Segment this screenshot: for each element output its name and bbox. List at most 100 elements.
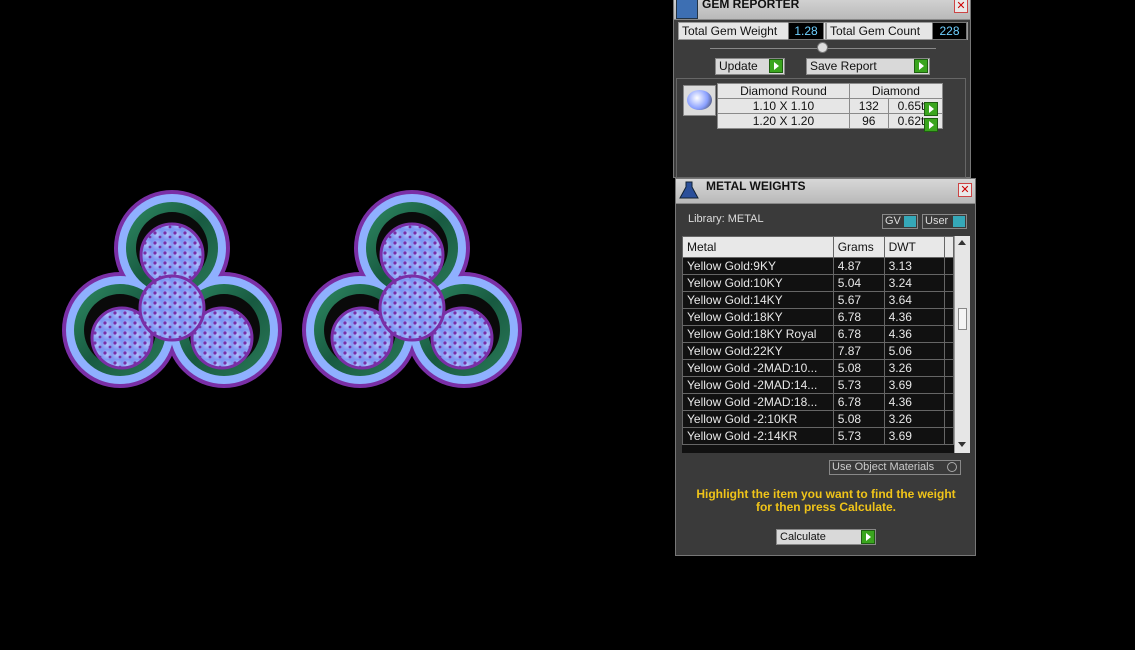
dwt-column-header[interactable]: DWT <box>883 236 946 258</box>
gem-row[interactable]: 1.20 X 1.20 96 0.62tw <box>717 113 944 129</box>
play-icon <box>769 59 783 73</box>
metal-table: Metal Grams DWT Yellow Gold:9KY 4.87 3.13 Y… <box>682 236 954 445</box>
grams-value: 6.78 <box>832 393 885 411</box>
row-spacer <box>944 410 954 428</box>
grams-value: 5.08 <box>832 359 885 377</box>
extra-column-header <box>944 236 954 258</box>
use-object-materials-label: Use Object Materials <box>832 461 935 473</box>
metal-name: Yellow Gold -2:14KR <box>682 427 834 445</box>
left-earring <box>60 188 284 390</box>
table-row[interactable]: Yellow Gold:9KY 4.87 3.13 <box>682 257 954 275</box>
right-earring <box>300 188 524 390</box>
gem-row-go-icon[interactable] <box>924 118 938 132</box>
scroll-up-arrow-icon[interactable] <box>958 240 966 245</box>
table-row[interactable]: Yellow Gold:18KY 6.78 4.36 <box>682 308 954 326</box>
grams-column-header[interactable]: Grams <box>832 236 885 258</box>
gem-row-go-icon[interactable] <box>924 102 938 116</box>
row-spacer <box>944 376 954 394</box>
metal-weights-title: METAL WEIGHTS <box>706 179 806 193</box>
save-report-label: Save Report <box>810 59 877 73</box>
gem-reporter-panel: GEM REPORTER ✕ Total Gem Weight 1.28 Tot… <box>673 0 971 178</box>
update-label: Update <box>719 59 758 73</box>
metal-name: Yellow Gold:10KY <box>682 274 834 292</box>
dwt-value: 3.64 <box>883 291 946 309</box>
table-row[interactable]: Yellow Gold:18KY Royal 6.78 4.36 <box>682 325 954 343</box>
dwt-value: 3.69 <box>883 427 946 445</box>
table-row[interactable]: Yellow Gold:22KY 7.87 5.06 <box>682 342 954 360</box>
row-spacer <box>944 342 954 360</box>
gem-thumbnail[interactable] <box>683 85 716 116</box>
metal-table-header: Metal Grams DWT <box>682 236 954 258</box>
3d-viewport[interactable] <box>0 0 672 650</box>
metal-name: Yellow Gold:18KY <box>682 308 834 326</box>
hint-text: Highlight the item you want to find the … <box>696 487 956 514</box>
metal-table-scrollbar[interactable] <box>954 236 970 453</box>
toggle-switch-icon <box>953 216 965 227</box>
dwt-value: 4.36 <box>883 325 946 343</box>
close-icon[interactable]: ✕ <box>954 0 968 13</box>
metal-table-container: Metal Grams DWT Yellow Gold:9KY 4.87 3.13 Y… <box>682 236 970 453</box>
gem-shape-header: Diamond Round <box>717 83 850 99</box>
table-row[interactable]: Yellow Gold -2MAD:14... 5.73 3.69 <box>682 376 954 394</box>
metal-name: Yellow Gold -2MAD:10... <box>682 359 834 377</box>
metal-name: Yellow Gold:14KY <box>682 291 834 309</box>
play-icon <box>914 59 928 73</box>
grams-value: 5.73 <box>832 427 885 445</box>
table-row[interactable]: Yellow Gold -2MAD:10... 5.08 3.26 <box>682 359 954 377</box>
scroll-thumb[interactable] <box>958 308 967 330</box>
row-spacer <box>944 427 954 445</box>
row-spacer <box>944 291 954 309</box>
save-report-button[interactable]: Save Report <box>806 58 930 75</box>
gem-material-header: Diamond <box>848 83 944 99</box>
grams-value: 5.67 <box>832 291 885 309</box>
update-button[interactable]: Update <box>715 58 785 75</box>
metal-weights-titlebar[interactable]: METAL WEIGHTS ✕ <box>676 179 975 204</box>
gem-row[interactable]: 1.10 X 1.10 132 0.65tw <box>717 98 944 114</box>
dwt-value: 5.06 <box>883 342 946 360</box>
metal-name: Yellow Gold:9KY <box>682 257 834 275</box>
grams-value: 5.08 <box>832 410 885 428</box>
grams-value: 5.73 <box>832 376 885 394</box>
user-toggle[interactable]: User <box>922 214 967 229</box>
table-row[interactable]: Yellow Gold:14KY 5.67 3.64 <box>682 291 954 309</box>
table-row[interactable]: Yellow Gold -2MAD:18... 6.78 4.36 <box>682 393 954 411</box>
total-gem-weight-value: 1.28 <box>788 22 824 40</box>
grams-value: 7.87 <box>832 342 885 360</box>
gv-toggle[interactable]: GV <box>882 214 918 229</box>
splitter-handle[interactable] <box>817 42 828 53</box>
row-spacer <box>944 308 954 326</box>
gem-reporter-icon <box>676 0 698 19</box>
gem-size: 1.10 X 1.10 <box>717 98 850 114</box>
dwt-value: 3.24 <box>883 274 946 292</box>
dwt-value: 3.26 <box>883 410 946 428</box>
gem-reporter-titlebar[interactable]: GEM REPORTER ✕ <box>674 0 970 20</box>
calculate-label: Calculate <box>780 531 826 543</box>
table-row[interactable]: Yellow Gold -2:14KR 5.73 3.69 <box>682 427 954 445</box>
row-spacer <box>944 393 954 411</box>
row-spacer <box>944 359 954 377</box>
grams-value: 6.78 <box>832 325 885 343</box>
table-row[interactable]: Yellow Gold -2:10KR 5.08 3.26 <box>682 410 954 428</box>
diamond-icon <box>687 90 712 110</box>
dwt-value: 3.26 <box>883 359 946 377</box>
metal-column-header[interactable]: Metal <box>682 236 834 258</box>
dwt-value: 4.36 <box>883 308 946 326</box>
row-spacer <box>944 257 954 275</box>
flask-icon <box>678 180 700 201</box>
total-gem-count-value: 228 <box>932 22 967 40</box>
calculate-button[interactable]: Calculate <box>776 529 876 545</box>
metal-name: Yellow Gold:22KY <box>682 342 834 360</box>
metal-weights-panel: METAL WEIGHTS ✕ Library: METAL GV User M… <box>675 178 976 556</box>
row-spacer <box>944 325 954 343</box>
gem-count: 132 <box>848 98 889 114</box>
close-icon[interactable]: ✕ <box>958 183 972 197</box>
table-row[interactable]: Yellow Gold:10KY 5.04 3.24 <box>682 274 954 292</box>
user-label: User <box>925 215 949 227</box>
earring-model-render <box>60 188 524 390</box>
row-spacer <box>944 274 954 292</box>
scroll-down-arrow-icon[interactable] <box>958 442 966 447</box>
use-object-materials-toggle[interactable]: Use Object Materials <box>829 460 961 475</box>
radio-icon <box>947 462 957 472</box>
metal-name: Yellow Gold:18KY Royal <box>682 325 834 343</box>
grams-value: 6.78 <box>832 308 885 326</box>
